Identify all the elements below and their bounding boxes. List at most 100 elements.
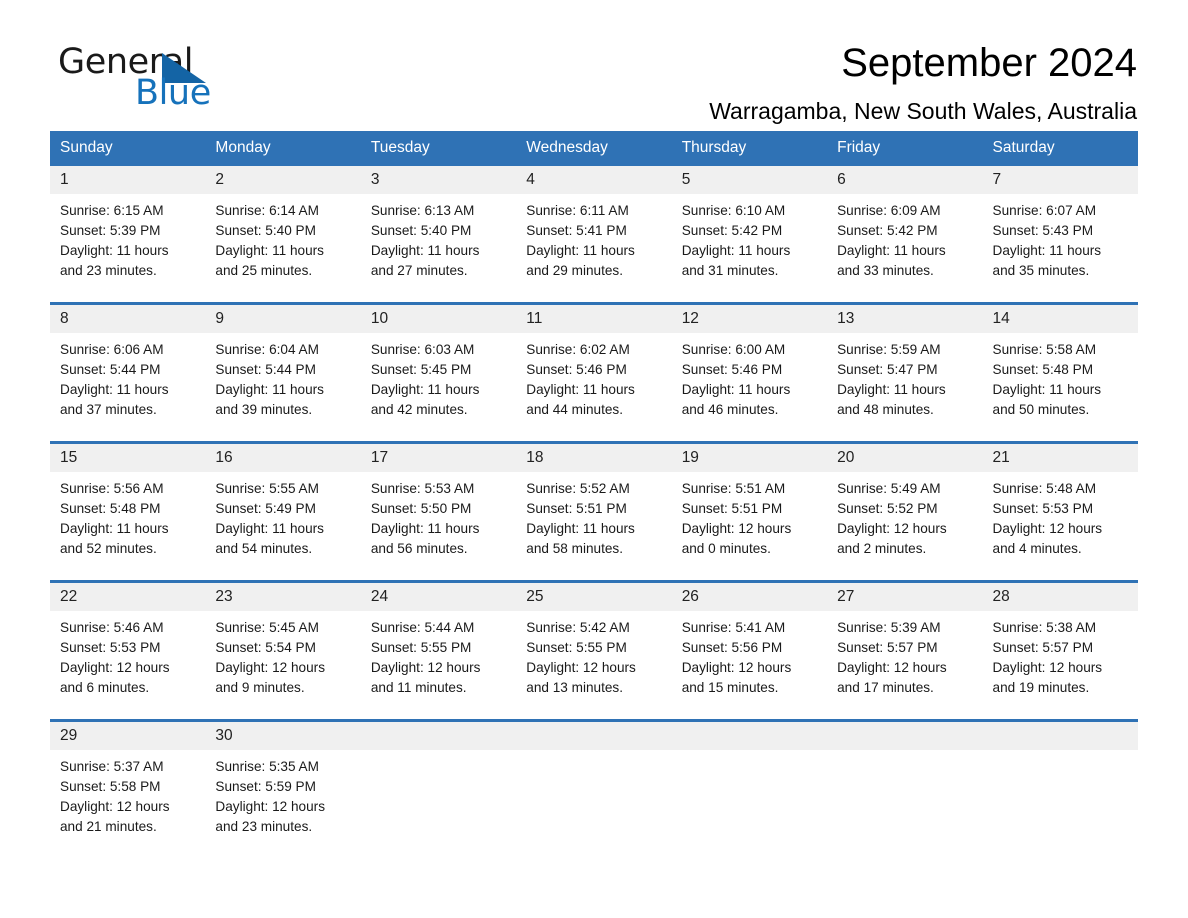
day-detail-cell[interactable]: Sunrise: 5:52 AM Sunset: 5:51 PM Daylight:… [516,472,672,580]
day-detail-row: Sunrise: 5:56 AM Sunset: 5:48 PM Daylight:… [50,472,1138,580]
day-number-cell[interactable]: 17 [360,444,517,472]
day-detail-cell[interactable]: Sunrise: 5:55 AM Sunset: 5:49 PM Daylight:… [205,472,361,580]
day-detail-cell[interactable]: Sunrise: 6:06 AM Sunset: 5:44 PM Daylight:… [50,333,206,441]
day-number-row: 8 9 10 11 12 13 14 [50,305,1138,333]
day-detail-cell[interactable]: Sunrise: 6:15 AM Sunset: 5:39 PM Daylight:… [50,194,206,302]
day-sunset-line: Sunset: 5:48 PM [992,362,1094,378]
day-daylight-line: and 50 minutes. [992,402,1090,418]
day-sunrise-line: Sunrise: 6:00 AM [681,342,786,357]
day-detail-cell[interactable]: Sunrise: 5:49 AM Sunset: 5:52 PM Daylight:… [827,472,983,580]
day-detail-cell[interactable]: Sunrise: 5:53 AM Sunset: 5:50 PM Daylight:… [360,472,517,580]
day-number-cell[interactable]: 20 [827,444,983,472]
day-number-cell[interactable]: 23 [205,583,361,611]
day-detail-cell[interactable]: Sunrise: 5:45 AM Sunset: 5:54 PM Daylight:… [205,611,361,719]
day-sunset-line: Sunset: 5:52 PM [837,501,938,517]
day-sunrise-line: Sunrise: 5:35 AM [215,759,319,774]
day-sunset-line: Sunset: 5:51 PM [526,501,627,517]
day-detail-cell[interactable]: Sunrise: 5:35 AM Sunset: 5:59 PM Daylight:… [205,750,361,858]
empty-day-number-cell [360,722,517,750]
day-detail-cell[interactable]: Sunrise: 6:13 AM Sunset: 5:40 PM Daylight:… [360,194,517,302]
day-number-cell[interactable]: 12 [671,305,828,333]
day-detail-row: Sunrise: 6:06 AM Sunset: 5:44 PM Daylight:… [50,333,1138,441]
day-number-cell[interactable]: 4 [516,166,672,194]
day-number-cell[interactable]: 24 [360,583,517,611]
day-sunset-line: Sunset: 5:40 PM [215,223,316,239]
day-daylight-line: and 33 minutes. [837,263,934,279]
day-number-cell[interactable]: 13 [827,305,983,333]
day-detail-cell[interactable]: Sunrise: 5:48 AM Sunset: 5:53 PM Daylight:… [982,472,1138,580]
day-number-cell[interactable]: 30 [205,722,361,750]
day-detail-cell[interactable]: Sunrise: 5:59 AM Sunset: 5:47 PM Daylight:… [827,333,983,441]
day-daylight-line: Daylight: 11 hours [526,382,635,398]
day-detail-cell[interactable]: Sunrise: 6:04 AM Sunset: 5:44 PM Daylight:… [205,333,361,441]
day-detail-cell[interactable]: Sunrise: 5:39 AM Sunset: 5:57 PM Daylight:… [827,611,983,719]
day-number-cell[interactable]: 19 [671,444,828,472]
day-sunset-line: Sunset: 5:44 PM [60,362,161,378]
day-daylight-line: Daylight: 12 hours [837,521,947,537]
day-number-cell[interactable]: 22 [50,583,206,611]
day-daylight-line: Daylight: 11 hours [681,382,791,398]
day-detail-cell[interactable]: Sunrise: 5:38 AM Sunset: 5:57 PM Daylight:… [982,611,1138,719]
day-sunset-line: Sunset: 5:42 PM [837,223,938,239]
day-sunset-line: Sunset: 5:53 PM [60,640,161,656]
day-detail-cell[interactable]: Sunrise: 6:03 AM Sunset: 5:45 PM Daylight:… [360,333,517,441]
day-daylight-line: Daylight: 12 hours [681,660,792,676]
day-number-cell[interactable]: 29 [50,722,206,750]
day-daylight-line: and 11 minutes. [370,680,467,696]
day-number-cell[interactable]: 11 [516,305,672,333]
day-detail-cell[interactable]: Sunrise: 5:58 AM Sunset: 5:48 PM Daylight:… [982,333,1138,441]
day-detail-cell[interactable]: Sunrise: 5:41 AM Sunset: 5:56 PM Daylight:… [671,611,828,719]
day-sunrise-line: Sunrise: 6:11 AM [526,203,629,218]
day-number-cell[interactable]: 6 [827,166,983,194]
day-sunrise-line: Sunrise: 6:04 AM [215,342,319,357]
day-number-cell[interactable]: 7 [982,166,1138,194]
day-daylight-line: and 23 minutes. [215,819,313,835]
day-number-row: 29 30 [50,722,1138,750]
day-sunset-line: Sunset: 5:43 PM [992,223,1094,239]
day-detail-cell[interactable]: Sunrise: 6:00 AM Sunset: 5:46 PM Daylight:… [671,333,828,441]
day-detail-cell[interactable]: Sunrise: 5:51 AM Sunset: 5:51 PM Daylight:… [671,472,828,580]
day-number-cell[interactable]: 10 [360,305,517,333]
day-detail-cell[interactable]: Sunrise: 5:46 AM Sunset: 5:53 PM Daylight:… [50,611,206,719]
day-number-cell[interactable]: 9 [205,305,361,333]
day-detail-cell[interactable]: Sunrise: 6:10 AM Sunset: 5:42 PM Daylight:… [671,194,828,302]
day-number-cell[interactable]: 3 [360,166,517,194]
day-detail-cell[interactable]: Sunrise: 6:07 AM Sunset: 5:43 PM Daylight:… [982,194,1138,302]
day-sunset-line: Sunset: 5:53 PM [992,501,1094,517]
day-detail-cell[interactable]: Sunrise: 6:02 AM Sunset: 5:46 PM Daylight:… [516,333,672,441]
day-detail-cell[interactable]: Sunrise: 6:11 AM Sunset: 5:41 PM Daylight:… [516,194,672,302]
day-daylight-line: Daylight: 11 hours [60,382,169,398]
day-number-cell[interactable]: 25 [516,583,672,611]
day-number-cell[interactable]: 8 [50,305,206,333]
day-daylight-line: and 58 minutes. [526,541,623,557]
day-sunset-line: Sunset: 5:56 PM [681,640,783,656]
day-detail-cell[interactable]: Sunrise: 5:44 AM Sunset: 5:55 PM Daylight:… [360,611,517,719]
day-number-cell[interactable]: 28 [982,583,1138,611]
day-number-cell[interactable]: 21 [982,444,1138,472]
day-number-cell[interactable]: 15 [50,444,206,472]
day-number-cell[interactable]: 27 [827,583,983,611]
day-detail-cell[interactable]: Sunrise: 5:56 AM Sunset: 5:48 PM Daylight:… [50,472,206,580]
day-detail-cell[interactable]: Sunrise: 6:09 AM Sunset: 5:42 PM Daylight:… [827,194,983,302]
day-number-cell[interactable]: 18 [516,444,672,472]
day-sunrise-line: Sunrise: 5:38 AM [992,620,1097,635]
day-detail-cell[interactable]: Sunrise: 5:37 AM Sunset: 5:58 PM Daylight:… [50,750,206,858]
logo-text-blue: Blue [135,73,211,113]
day-sunset-line: Sunset: 5:58 PM [60,779,161,795]
day-daylight-line: Daylight: 11 hours [370,243,480,259]
day-number-cell[interactable]: 14 [982,305,1138,333]
day-daylight-line: Daylight: 11 hours [992,382,1102,398]
generalblue-logo[interactable]: General Blue [58,45,258,115]
empty-day-detail-cell [671,750,828,858]
day-number-cell[interactable]: 26 [671,583,828,611]
day-number-cell[interactable]: 1 [50,166,206,194]
day-detail-cell[interactable]: Sunrise: 5:42 AM Sunset: 5:55 PM Daylight:… [516,611,672,719]
day-number-cell[interactable]: 16 [205,444,361,472]
day-sunset-line: Sunset: 5:55 PM [526,640,627,656]
day-number-cell[interactable]: 2 [205,166,361,194]
day-sunset-line: Sunset: 5:59 PM [215,779,316,795]
day-daylight-line: Daylight: 11 hours [526,521,635,537]
day-detail-cell[interactable]: Sunrise: 6:14 AM Sunset: 5:40 PM Daylight:… [205,194,361,302]
day-detail-row: Sunrise: 6:15 AM Sunset: 5:39 PM Daylight:… [50,194,1138,302]
day-number-cell[interactable]: 5 [671,166,828,194]
